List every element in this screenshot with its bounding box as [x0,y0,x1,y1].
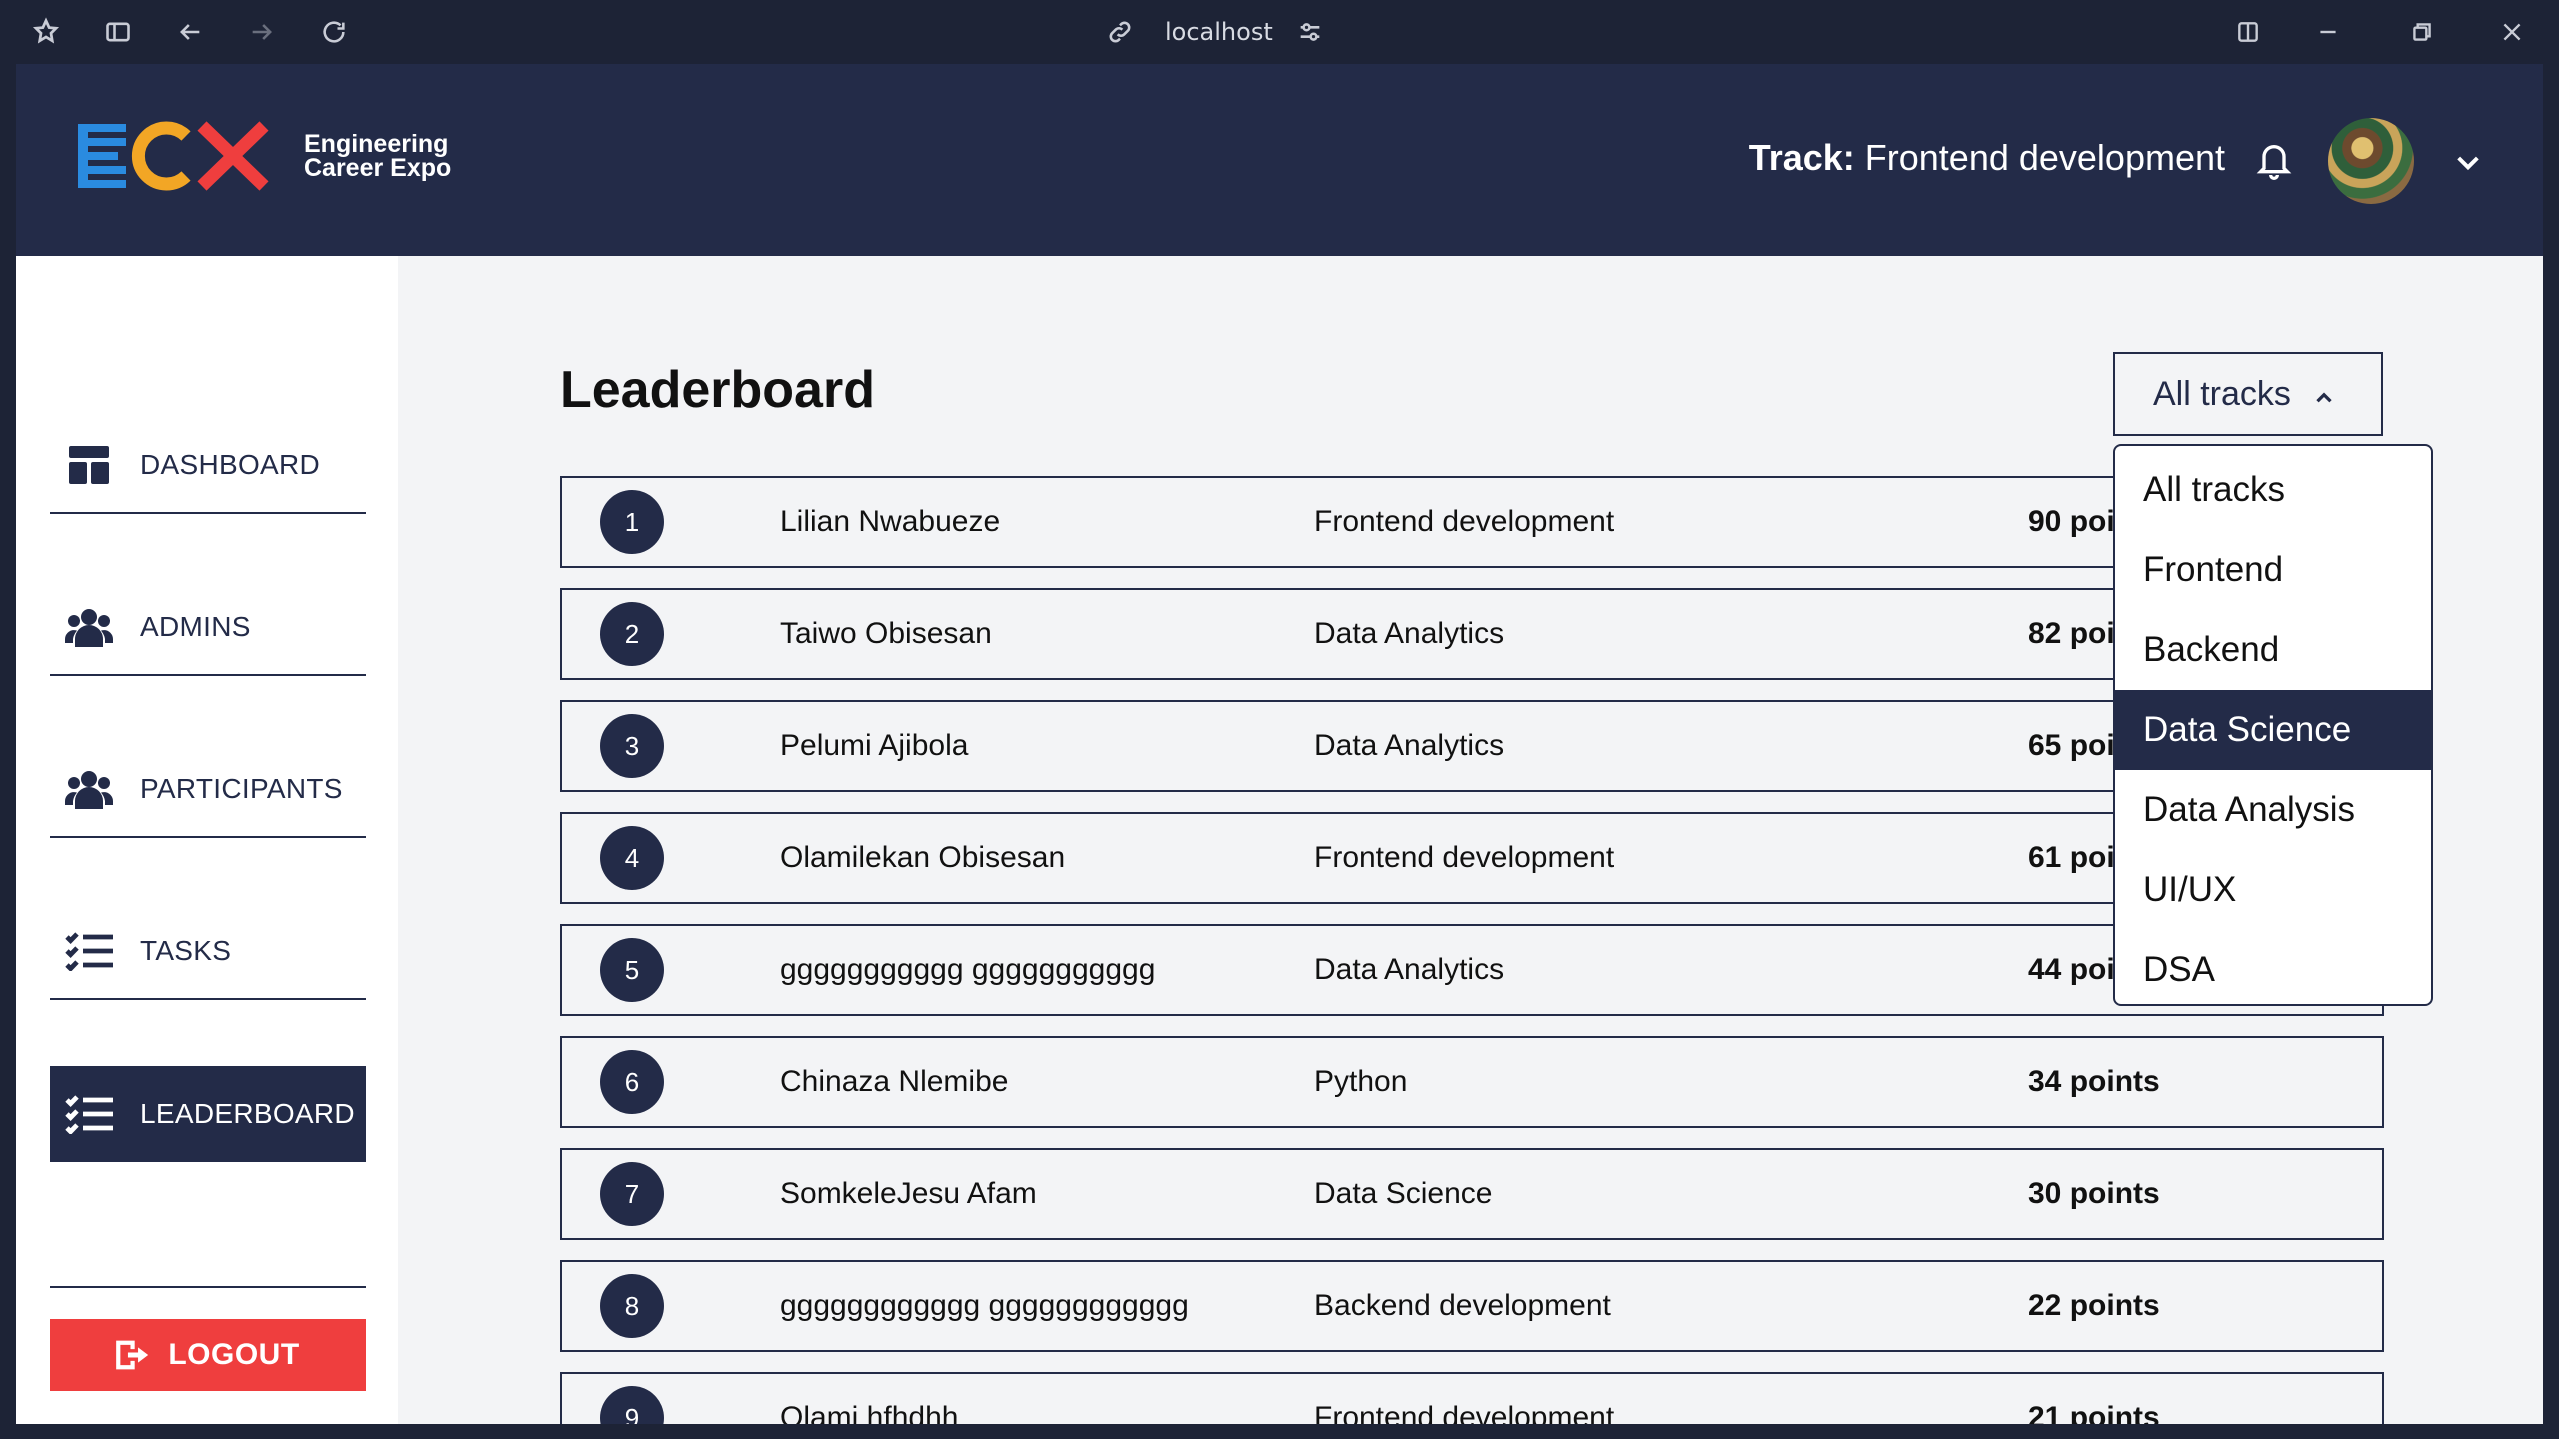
minimize-icon[interactable] [2312,16,2344,48]
browser-toolbar: localhost [0,0,2559,64]
table-row[interactable]: 2 Taiwo Obisesan Data Analytics 82 point… [560,588,2384,680]
menu-item-data-science[interactable]: Data Science [2115,690,2431,770]
checklist-icon [64,1092,114,1136]
logo-text: Engineering Career Expo [304,130,452,182]
app-header: Engineering Career Expo Track: Frontend … [16,64,2543,256]
rank-badge: 3 [600,714,664,778]
menu-item-backend[interactable]: Backend [2115,610,2431,690]
menu-item-ui-ux[interactable]: UI/UX [2115,850,2431,930]
sidebar-item-leaderboard[interactable]: LEADERBOARD [50,1066,366,1162]
chevron-up-icon [2311,381,2337,407]
participant-points: 34 points [2028,1065,2160,1098]
link-icon[interactable] [1104,16,1136,48]
participant-track: Python [1314,1065,1408,1098]
participant-name: Olami hfhdhh [780,1401,959,1424]
rank-badge: 9 [600,1386,664,1424]
logo-text-line1: Engineering [304,130,449,158]
track-label: Track: [1748,137,1855,178]
table-row[interactable]: 6 Chinaza Nlemibe Python 34 points [560,1036,2384,1128]
dashboard-icon [64,443,114,487]
table-row[interactable]: 7 SomkeleJesu Afam Data Science 30 point… [560,1148,2384,1240]
participant-name: Lilian Nwabueze [780,505,1001,538]
checklist-icon [64,929,114,973]
menu-item-frontend[interactable]: Frontend [2115,530,2431,610]
participant-name: Chinaza Nlemibe [780,1065,1009,1098]
rank-badge: 7 [600,1162,664,1226]
sidebar-item-label: LEADERBOARD [140,1098,355,1129]
address-bar-url[interactable]: localhost [1165,16,1273,48]
close-icon[interactable] [2496,16,2528,48]
logout-label: LOGOUT [168,1338,300,1371]
sidebar-item-admins[interactable]: ADMINS [50,580,366,676]
sidebar-item-tasks[interactable]: TASKS [50,904,366,1000]
participant-track: Data Science [1314,1177,1493,1210]
sidebar-item-label: DASHBOARD [140,449,321,480]
ecx-logo-mark-icon [78,120,278,192]
users-icon [64,767,114,811]
participant-points: 22 points [2028,1289,2160,1322]
participant-name: gggggggggggg gggggggggggg [780,1289,1189,1322]
sidebar-item-label: ADMINS [140,611,251,642]
table-row[interactable]: 1 Lilian Nwabueze Frontend development 9… [560,476,2384,568]
current-track: Track: Frontend development [1749,136,2225,180]
participant-track: Data Analytics [1314,729,1505,762]
participant-track: Frontend development [1314,505,1615,538]
participant-track: Data Analytics [1314,953,1505,986]
back-arrow-icon[interactable] [174,16,206,48]
track-value: Frontend development [1854,137,2225,178]
sidebar-toggle-icon[interactable] [102,16,134,48]
site-settings-icon[interactable] [1294,16,1326,48]
participant-track: Data Analytics [1314,617,1505,650]
track-filter-select[interactable]: All tracks [2113,352,2383,436]
sidebar-item-label: PARTICIPANTS [140,773,343,804]
participant-name: Taiwo Obisesan [780,617,992,650]
participant-name: Pelumi Ajibola [780,729,969,762]
ecx-logo[interactable]: Engineering Career Expo [78,120,451,192]
sidebar-item-participants[interactable]: PARTICIPANTS [50,742,366,838]
sidebar-item-dashboard[interactable]: DASHBOARD [50,418,366,514]
rank-badge: 2 [600,602,664,666]
rank-badge: 8 [600,1274,664,1338]
participant-name: Olamilekan Obisesan [780,841,1066,874]
sidebar-item-label: TASKS [140,935,232,966]
table-row[interactable]: 3 Pelumi Ajibola Data Analytics 65 point… [560,700,2384,792]
track-filter-menu: All tracks Frontend Backend Data Science… [2113,444,2433,1006]
participant-points: 30 points [2028,1177,2160,1210]
chevron-down-icon[interactable] [2452,146,2484,178]
forward-arrow-icon[interactable] [246,16,278,48]
table-row[interactable]: 8 gggggggggggg gggggggggggg Backend deve… [560,1260,2384,1352]
logout-button[interactable]: LOGOUT [50,1319,366,1391]
logo-text-line2: Career Expo [304,154,452,182]
page-title: Leaderboard [560,361,875,419]
users-icon [64,605,114,649]
rank-badge: 5 [600,938,664,1002]
menu-item-data-analysis[interactable]: Data Analysis [2115,770,2431,850]
participant-name: ggggggggggg ggggggggggg [780,953,1156,986]
app-window: Engineering Career Expo Track: Frontend … [16,64,2543,1424]
reload-icon[interactable] [318,16,350,48]
track-filter-value: All tracks [2153,374,2291,413]
rank-badge: 6 [600,1050,664,1114]
participant-track: Backend development [1314,1289,1611,1322]
logout-icon [116,1339,150,1371]
rank-badge: 4 [600,826,664,890]
notification-bell-icon[interactable] [2254,138,2294,182]
participant-name: SomkeleJesu Afam [780,1177,1037,1210]
sidebar-divider [50,1286,366,1288]
menu-item-dsa[interactable]: DSA [2115,930,2431,1004]
user-avatar[interactable] [2328,118,2414,204]
table-row[interactable]: 5 ggggggggggg ggggggggggg Data Analytics… [560,924,2384,1016]
rank-badge: 1 [600,490,664,554]
split-view-icon[interactable] [2232,16,2264,48]
browser-logo-icon[interactable] [30,16,62,48]
participant-track: Frontend development [1314,841,1615,874]
restore-icon[interactable] [2406,16,2438,48]
sidebar: DASHBOARD ADMINS PARTICIPANTS TASKS LEAD [16,256,398,1424]
participant-points: 21 points [2028,1401,2160,1424]
table-row[interactable]: 9 Olami hfhdhh Frontend development 21 p… [560,1372,2384,1424]
menu-item-all-tracks[interactable]: All tracks [2115,450,2431,530]
participant-track: Frontend development [1314,1401,1615,1424]
table-row[interactable]: 4 Olamilekan Obisesan Frontend developme… [560,812,2384,904]
